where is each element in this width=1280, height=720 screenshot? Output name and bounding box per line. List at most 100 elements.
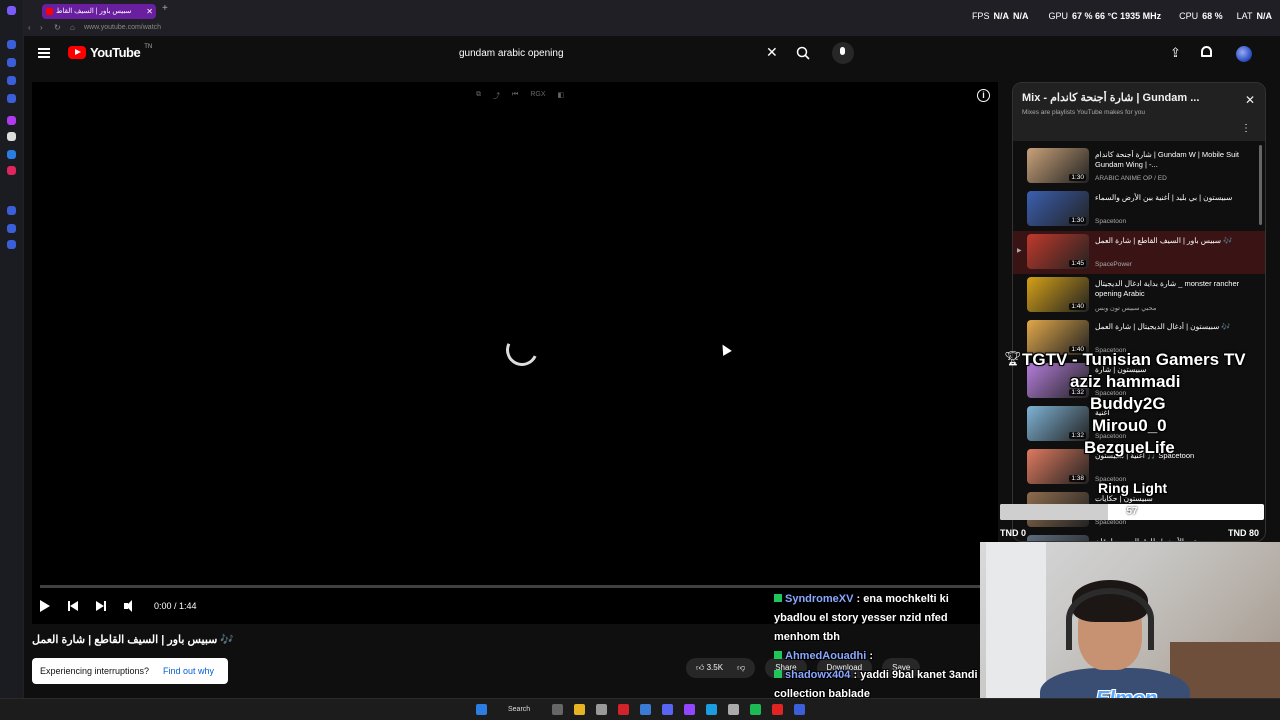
- mix-item-channel: ARABIC ANIME OP / ED: [1095, 175, 1167, 182]
- rgx-tool[interactable]: RGX: [530, 91, 545, 101]
- notifications-bell-icon[interactable]: [1201, 46, 1212, 57]
- tab-close-icon[interactable]: ✕: [146, 4, 153, 19]
- reload-icon[interactable]: ↻: [54, 23, 61, 32]
- task-view-icon[interactable]: [552, 704, 563, 715]
- miniplayer-tool-icon[interactable]: ⧉: [476, 91, 481, 101]
- search-input[interactable]: gundam arabic opening: [449, 44, 811, 64]
- video-thumbnail[interactable]: 1:40: [1027, 277, 1089, 312]
- chat-badge-icon: [774, 594, 782, 602]
- cpu-label: CPU: [1179, 11, 1199, 21]
- sidebar-app-icon[interactable]: [7, 224, 16, 233]
- video-thumbnail[interactable]: [1027, 535, 1089, 541]
- taskbar-app-icon[interactable]: [596, 704, 607, 715]
- sidebar-app-icon[interactable]: [7, 166, 16, 175]
- gpu-value: 67 % 66 °C 1935 MHz: [1071, 11, 1162, 21]
- previous-icon[interactable]: [68, 601, 78, 611]
- menu-icon[interactable]: [38, 48, 50, 58]
- info-icon[interactable]: i: [977, 89, 990, 102]
- close-icon[interactable]: ✕: [1245, 93, 1255, 107]
- mix-item-title: شارة أجنحة كاندام | Gundam W | Mobile Su…: [1095, 150, 1240, 169]
- forward-icon[interactable]: ›: [40, 23, 43, 32]
- mix-item-channel: محبي سبيس تون وبس: [1095, 305, 1157, 312]
- more-options-icon[interactable]: ⋮: [1241, 123, 1251, 134]
- create-upload-icon[interactable]: ⇪: [1170, 45, 1181, 61]
- twitch-icon[interactable]: [684, 704, 695, 715]
- new-tab-button[interactable]: +: [162, 3, 168, 14]
- video-duration: 1:30: [1069, 174, 1086, 181]
- like-button[interactable]: 👍︎ 3.5K: [696, 663, 723, 673]
- steam-icon[interactable]: [706, 704, 717, 715]
- taskbar-app-icon[interactable]: [618, 704, 629, 715]
- taskbar-app-icon[interactable]: [728, 704, 739, 715]
- mix-list-item[interactable]: 1:30 شارة أجنحة كاندام | Gundam W | Mobil…: [1013, 145, 1265, 188]
- sidebar-app-icon[interactable]: [7, 240, 16, 249]
- sidebar-app-icon[interactable]: [7, 58, 16, 67]
- mix-list-item[interactable]: 1:30 سبيستون | بي بليد | أغنية بين الأرض …: [1013, 188, 1265, 231]
- player-top-tools: ⧉ ⤴ ⏮ RGX ◧: [476, 91, 564, 101]
- search-icon[interactable]: [796, 46, 810, 60]
- video-player[interactable]: ⧉ ⤴ ⏮ RGX ◧ i 0:00 / 1:44: [32, 82, 998, 624]
- supporters-overlay: 🏆︎ TGTV - Tunisian Gamers TV aziz hammad…: [1004, 350, 1274, 500]
- mix-list-item[interactable]: 1:40 شارة بداية ادغال الديجيتال _ monster…: [1013, 274, 1265, 317]
- overlay-line: BezgueLife: [1084, 438, 1175, 457]
- region-code: TN: [144, 43, 153, 50]
- volume-icon[interactable]: [124, 600, 136, 612]
- back-icon[interactable]: ‹: [28, 23, 31, 32]
- file-explorer-icon[interactable]: [574, 704, 585, 715]
- taskbar-app-icon[interactable]: [640, 704, 651, 715]
- taskbar-search[interactable]: Search: [500, 703, 542, 717]
- mix-item-channel: Spacetoon: [1095, 218, 1127, 225]
- chat-badge-icon: [774, 670, 782, 678]
- thumbs-up-icon: 👍︎: [696, 663, 707, 672]
- sidebar-app-icon[interactable]: [7, 94, 16, 103]
- dislike-button[interactable]: 👎︎: [737, 663, 745, 673]
- avatar[interactable]: [1236, 46, 1252, 62]
- sidebar-app-icon[interactable]: [7, 40, 16, 49]
- overlay-line: aziz hammadi: [1070, 372, 1181, 391]
- sidebar-app-icon[interactable]: [7, 150, 16, 159]
- start-icon[interactable]: [476, 704, 487, 715]
- skip-tool-icon[interactable]: ⏮: [512, 91, 518, 101]
- obs-icon[interactable]: [772, 704, 783, 715]
- play-icon[interactable]: [40, 600, 50, 612]
- lock-icon: ⌂: [70, 23, 75, 32]
- donation-goal-bar: 57: [1000, 504, 1264, 520]
- chat-message: AhmedAouadhi :: [774, 647, 980, 666]
- active-tab[interactable]: سبيس باور | السيف القاط ✕: [42, 4, 156, 19]
- mix-list-item[interactable]: ▶ 1:45 سبيس باور | السيف القاطع | شارة الع…: [1013, 231, 1265, 274]
- taskbar-app-icon[interactable]: [794, 704, 805, 715]
- find-out-why-link[interactable]: Find out why: [163, 666, 214, 676]
- video-thumbnail[interactable]: 1:30: [1027, 191, 1089, 226]
- x-icon[interactable]: [7, 132, 16, 141]
- share-tool-icon[interactable]: ⤴: [493, 91, 500, 101]
- chat-username: AhmedAouadhi: [785, 650, 867, 662]
- sidebar-app-icon[interactable]: [7, 206, 16, 215]
- voice-search-button[interactable]: [832, 42, 854, 64]
- video-progress-bar[interactable]: [40, 585, 990, 588]
- video-thumbnail[interactable]: 1:30: [1027, 148, 1089, 183]
- video-duration: 1:45: [1069, 260, 1086, 267]
- search-clear-button[interactable]: ✕: [766, 44, 778, 61]
- browser-logo-icon[interactable]: [7, 6, 16, 15]
- gpu-label: GPU: [1048, 11, 1068, 21]
- youtube-logo-text: YouTube: [90, 45, 141, 60]
- youtube-play-logo-icon: [68, 46, 86, 59]
- performance-overlay: FPS N/A N/A GPU 67 % 66 °C 1935 MHz CPU …: [972, 11, 1272, 21]
- chat-text: :: [869, 650, 874, 662]
- overlay-line: Buddy2G: [1090, 394, 1166, 413]
- address-bar[interactable]: ‹ › ↻ ⌂ www.youtube.com/watch: [24, 22, 1280, 36]
- url-text[interactable]: www.youtube.com/watch: [84, 24, 161, 31]
- discord-icon[interactable]: [662, 704, 673, 715]
- youtube-logo[interactable]: YouTube TN: [68, 43, 153, 60]
- theater-tool-icon[interactable]: ◧: [557, 91, 564, 101]
- overlay-line: Mirou0_0: [1092, 416, 1167, 435]
- twitch-icon[interactable]: [7, 116, 16, 125]
- mix-item-title: سبيستون | أدغال الديجيتال | شارة العمل 🎶: [1095, 322, 1231, 331]
- video-thumbnail[interactable]: 1:45: [1027, 234, 1089, 269]
- next-icon[interactable]: [96, 601, 106, 611]
- chat-username: shadowx404: [785, 669, 851, 681]
- mix-scrollbar[interactable]: [1259, 145, 1262, 225]
- spotify-icon[interactable]: [750, 704, 761, 715]
- browser-sidebar: [0, 0, 24, 720]
- sidebar-app-icon[interactable]: [7, 76, 16, 85]
